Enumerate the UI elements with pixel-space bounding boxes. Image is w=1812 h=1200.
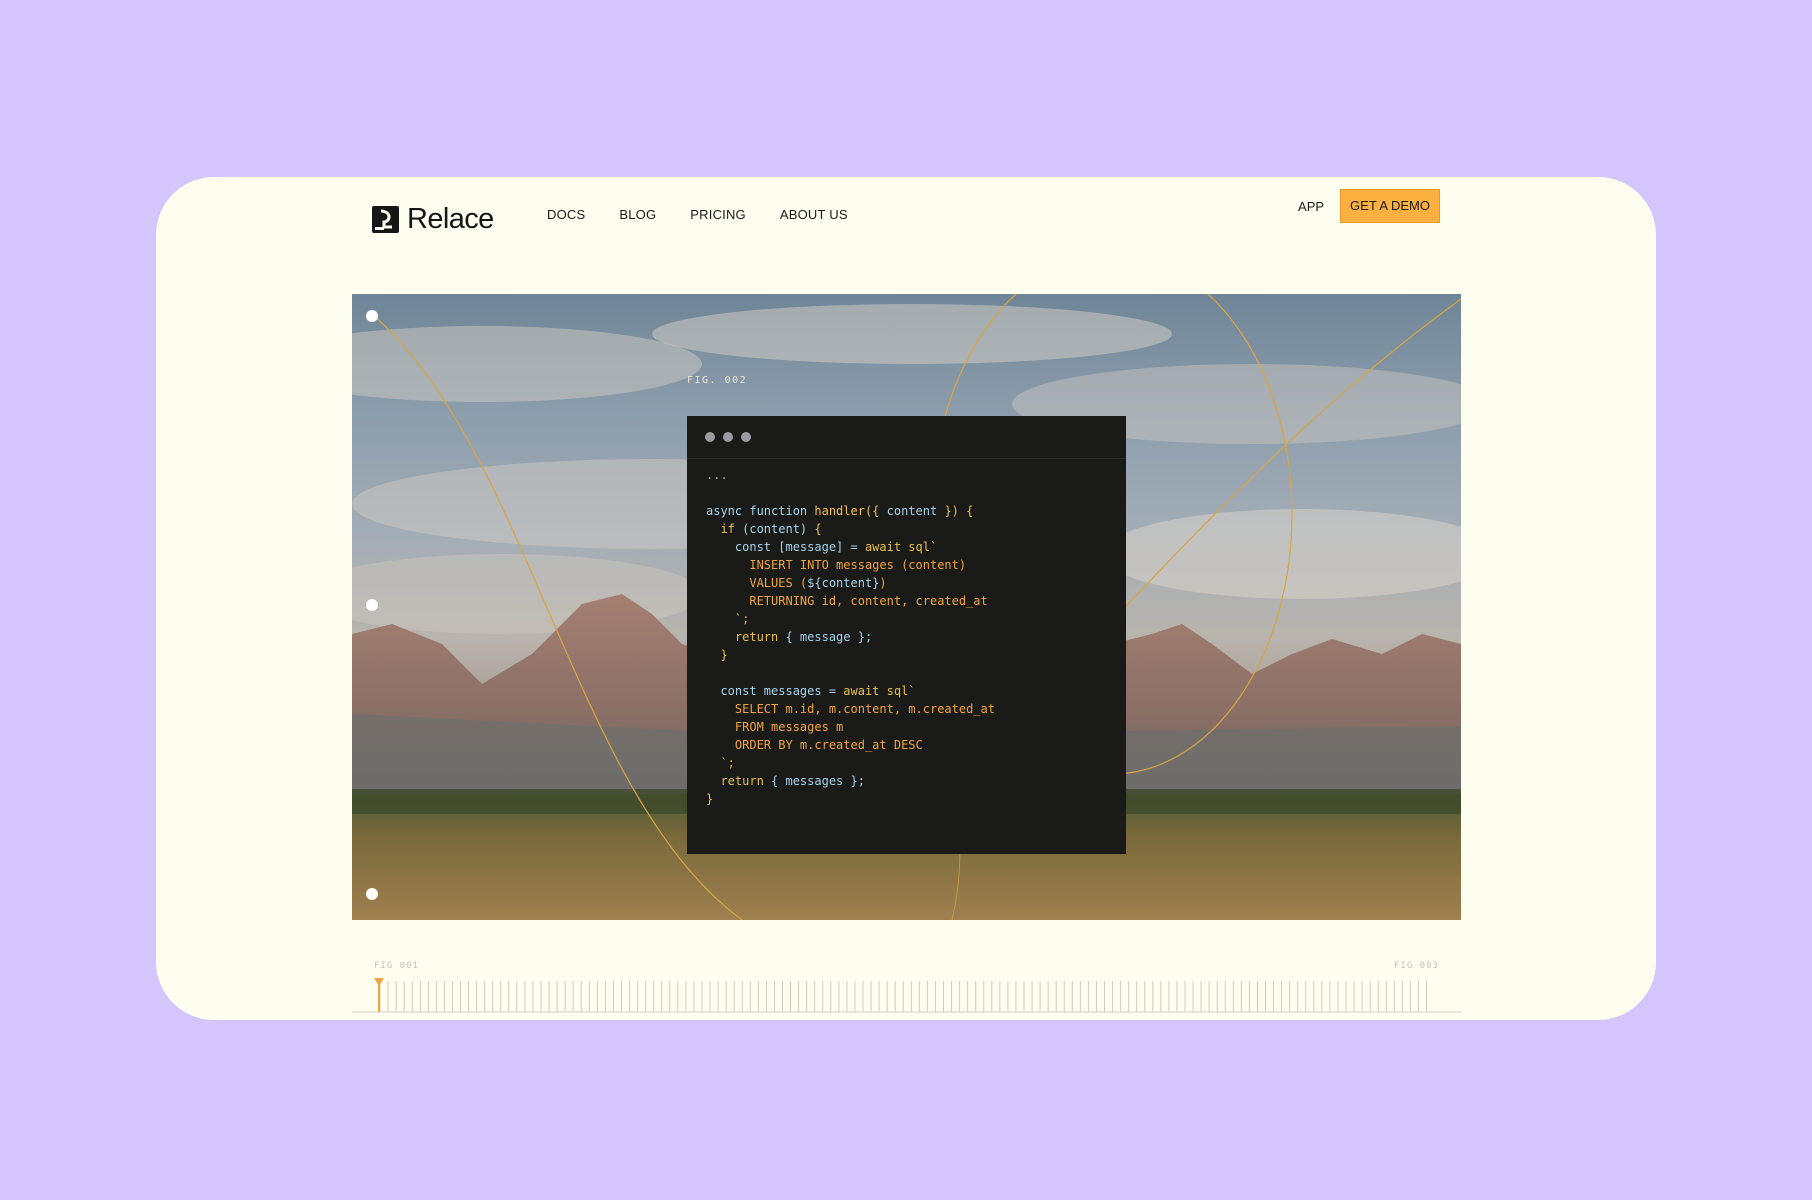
nav-actions: APP GET A DEMO <box>1298 189 1440 223</box>
timeline-marker-icon <box>374 978 384 986</box>
top-navigation: Relace DOCS BLOG PRICING ABOUT US APP GE… <box>156 177 1656 277</box>
window-dot-icon <box>723 432 733 442</box>
nav-links: DOCS BLOG PRICING ABOUT US <box>547 207 882 222</box>
logo-text: Relace <box>407 202 494 235</box>
slide-marker-dot[interactable] <box>366 599 378 611</box>
timeline-ruler[interactable] <box>352 977 1461 1013</box>
code-block: ... async function handler({ content }) … <box>706 468 995 806</box>
timeline-left-label: FIG 001 <box>374 961 419 971</box>
page-frame: Relace DOCS BLOG PRICING ABOUT US APP GE… <box>156 177 1656 1020</box>
slide-marker-dot[interactable] <box>366 310 378 322</box>
figure-label: FIG. 002 <box>687 375 748 386</box>
window-dot-icon <box>741 432 751 442</box>
slide-marker-dot[interactable] <box>366 888 378 900</box>
code-window: ... async function handler({ content }) … <box>687 416 1126 854</box>
app-link[interactable]: APP <box>1298 199 1324 214</box>
nav-link-blog[interactable]: BLOG <box>619 207 656 222</box>
window-dot-icon <box>705 432 715 442</box>
nav-link-about-us[interactable]: ABOUT US <box>780 207 848 222</box>
logo[interactable]: Relace <box>372 191 494 247</box>
timeline-right-label: FIG 003 <box>1394 961 1439 971</box>
hero-image: FIG. 002 ... async function handler({ co… <box>352 294 1461 920</box>
nav-link-pricing[interactable]: PRICING <box>690 207 746 222</box>
get-a-demo-button[interactable]: GET A DEMO <box>1340 189 1440 223</box>
relace-logo-icon <box>372 205 399 233</box>
nav-link-docs[interactable]: DOCS <box>547 207 585 222</box>
code-window-titlebar <box>687 416 1126 459</box>
